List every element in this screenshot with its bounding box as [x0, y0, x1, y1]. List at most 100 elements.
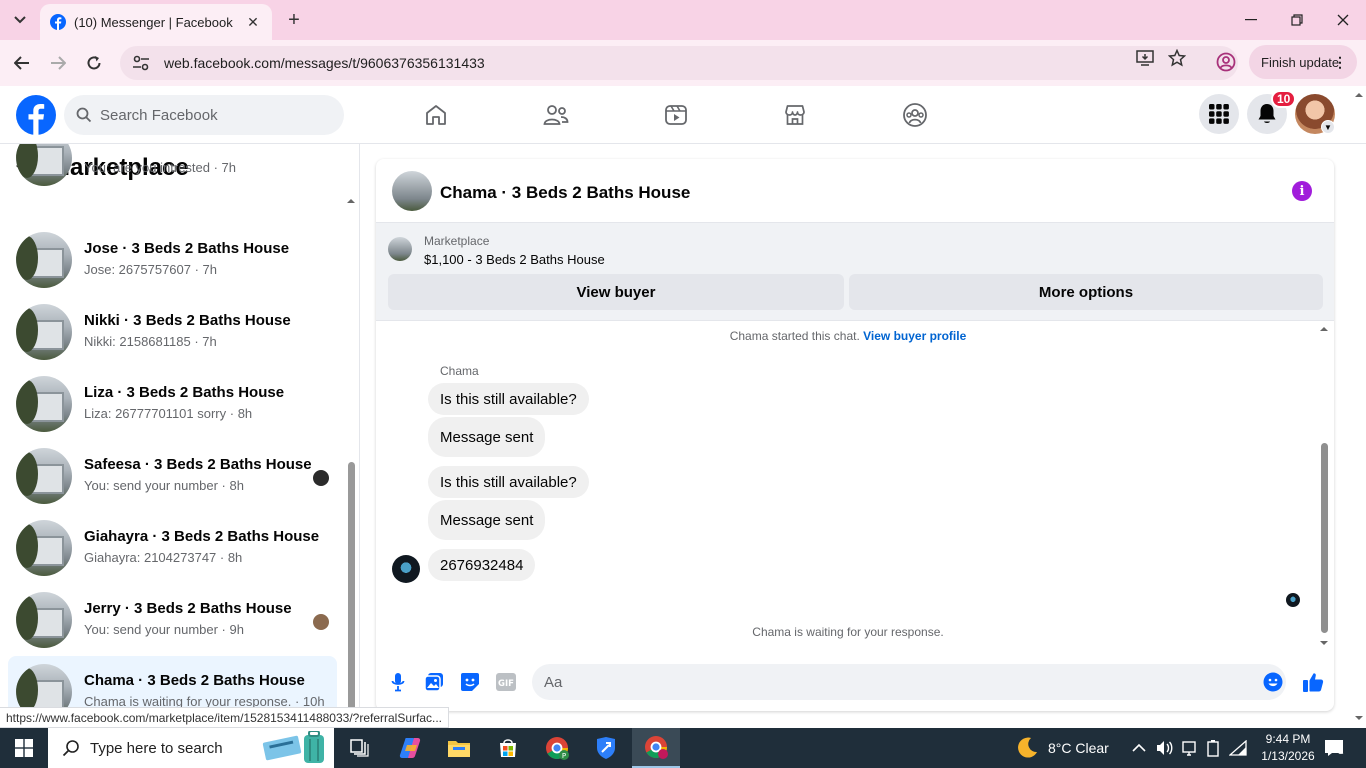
show-hidden-icons-button[interactable] [1132, 728, 1146, 768]
friends-nav-icon[interactable] [541, 100, 571, 130]
chevron-down-icon[interactable]: ▼ [1321, 120, 1335, 134]
message-list: Chama started this chat. View buyer prof… [376, 321, 1334, 649]
system-clock[interactable]: 9:44 PM 1/13/2026 [1256, 731, 1320, 765]
chat-title[interactable]: Chama · 3 Beds 2 Baths House [440, 183, 690, 203]
groups-nav-icon[interactable] [900, 100, 930, 130]
conversation-item[interactable]: Nikki · 3 Beds 2 Baths House Nikki: 2158… [8, 296, 337, 368]
restore-button[interactable] [1274, 0, 1320, 40]
view-buyer-button[interactable]: View buyer [388, 274, 844, 310]
arrow-right-icon [51, 56, 66, 70]
scrollbar-thumb[interactable] [348, 462, 355, 728]
url-text: web.facebook.com/messages/t/960637635613… [164, 55, 485, 71]
listing-thumbnail [16, 144, 72, 186]
more-options-button[interactable]: More options [849, 274, 1323, 310]
chat-panel: Chama · 3 Beds 2 Baths House i Marketpla… [376, 159, 1334, 711]
scroll-up-icon[interactable] [1319, 325, 1329, 333]
back-button[interactable] [10, 51, 34, 75]
browser-tab-bar: (10) Messenger | Facebook ✕ + [0, 0, 1366, 40]
start-button[interactable] [0, 728, 48, 768]
menu-button[interactable] [1199, 94, 1239, 134]
listing-thumbnail[interactable] [388, 237, 412, 261]
conversation-list-scrollbar[interactable] [346, 192, 356, 728]
message-bubble: Message sent [428, 500, 546, 540]
tab-search-menu-button[interactable] [8, 8, 32, 32]
conversation-name: Chama · 3 Beds 2 Baths House [84, 672, 305, 689]
conversation-preview: Jose: 2675757607 · 7h [84, 262, 217, 277]
chrome-profile-icon[interactable]: P [533, 728, 581, 768]
svg-text:GIF: GIF [498, 679, 514, 689]
network-icon[interactable] [1181, 728, 1199, 768]
svg-text:P: P [562, 752, 566, 760]
video-nav-icon[interactable] [661, 100, 691, 130]
facebook-logo-icon[interactable] [16, 95, 56, 135]
conversation-name: Safeesa · 3 Beds 2 Baths House [84, 456, 312, 473]
scrollbar-thumb[interactable] [1321, 443, 1328, 633]
conversation-name: Jose · 3 Beds 2 Baths House [84, 240, 290, 257]
taskbar-search-box[interactable]: Type here to search [48, 728, 334, 768]
defender-icon[interactable] [582, 728, 630, 768]
message-input[interactable] [532, 664, 1286, 700]
listing-thumbnail [16, 232, 72, 288]
marketplace-label: Marketplace [424, 234, 490, 248]
tab-close-icon[interactable]: ✕ [244, 14, 262, 31]
forward-button[interactable] [46, 51, 70, 75]
listing-title[interactable]: $1,100 - 3 Beds 2 Baths House [424, 252, 605, 267]
conversation-preview: Nikki: 2158681185 · 7h [84, 334, 217, 349]
gif-icon[interactable]: GIF [495, 671, 517, 693]
file-explorer-icon[interactable] [435, 728, 483, 768]
wifi-icon[interactable] [1229, 728, 1247, 768]
copilot-icon[interactable] [386, 728, 434, 768]
notification-center-count: 1 [1338, 746, 1344, 757]
address-bar[interactable]: web.facebook.com/messages/t/960637635613… [120, 46, 1238, 80]
message-bubble: 2676932484 [428, 549, 536, 581]
moon-icon [1018, 737, 1037, 758]
microphone-icon[interactable] [387, 671, 409, 693]
facebook-search-input[interactable]: Search Facebook [64, 95, 344, 135]
conversation-item[interactable]: Liza · 3 Beds 2 Baths House Liza: 267777… [8, 368, 337, 440]
sender-avatar[interactable] [392, 555, 420, 583]
close-window-button[interactable] [1320, 0, 1366, 40]
scroll-down-icon[interactable] [1319, 639, 1329, 647]
marketplace-nav-icon[interactable] [780, 100, 810, 130]
reload-button[interactable] [82, 51, 106, 75]
volume-icon[interactable] [1156, 728, 1174, 768]
install-app-icon[interactable] [1136, 49, 1154, 67]
sticker-icon[interactable] [459, 671, 481, 693]
listing-thumbnail [16, 520, 72, 576]
conversation-item[interactable]: Jerry · 3 Beds 2 Baths House You: send y… [8, 584, 337, 656]
home-nav-icon[interactable] [421, 100, 451, 130]
like-thumb-icon[interactable] [1302, 671, 1324, 693]
emoji-icon[interactable] [1262, 671, 1284, 693]
message-bubble: Is this still available? [428, 383, 589, 415]
weather-widget[interactable]: 8°C Clear [1014, 728, 1109, 768]
read-receipt-avatar [1286, 593, 1300, 607]
notification-center-button[interactable]: 1 [1324, 728, 1344, 768]
clock-date: 1/13/2026 [1261, 749, 1315, 763]
chat-scrollbar[interactable] [1318, 325, 1330, 647]
page-scroll-up-icon[interactable] [1354, 91, 1364, 99]
browser-tab[interactable]: (10) Messenger | Facebook ✕ [40, 4, 272, 40]
chrome-active-icon[interactable] [632, 728, 680, 768]
site-info-icon[interactable] [132, 55, 150, 71]
tab-title: (10) Messenger | Facebook [74, 14, 233, 30]
view-buyer-profile-link[interactable]: View buyer profile [863, 329, 966, 343]
task-view-icon[interactable] [336, 728, 384, 768]
microsoft-store-icon[interactable] [484, 728, 532, 768]
minimize-button[interactable] [1228, 0, 1274, 40]
conversation-item[interactable]: Jose · 3 Beds 2 Baths House Jose: 267575… [8, 224, 337, 296]
info-icon[interactable]: i [1292, 181, 1312, 201]
conversation-item[interactable]: Giahayra · 3 Beds 2 Baths House Giahayra… [8, 512, 337, 584]
finish-update-button[interactable]: Finish update ⋮ [1249, 45, 1357, 79]
battery-icon[interactable] [1206, 728, 1220, 768]
bookmark-star-icon[interactable] [1168, 49, 1186, 67]
message-bubble: Message sent [428, 417, 546, 457]
conversation-name: Liza · 3 Beds 2 Baths House [84, 384, 285, 401]
conversation-item[interactable]: Safeesa · 3 Beds 2 Baths House You: send… [8, 440, 337, 512]
scroll-up-icon[interactable] [346, 197, 356, 205]
page-scroll-down-icon[interactable] [1354, 714, 1364, 722]
conversation-item[interactable]: You: are you intrested · 7h [8, 144, 337, 194]
photo-icon[interactable] [423, 671, 445, 693]
browser-profile-icon[interactable] [1216, 52, 1236, 72]
new-tab-button[interactable]: + [282, 8, 306, 32]
chat-listing-thumbnail[interactable] [392, 171, 432, 211]
